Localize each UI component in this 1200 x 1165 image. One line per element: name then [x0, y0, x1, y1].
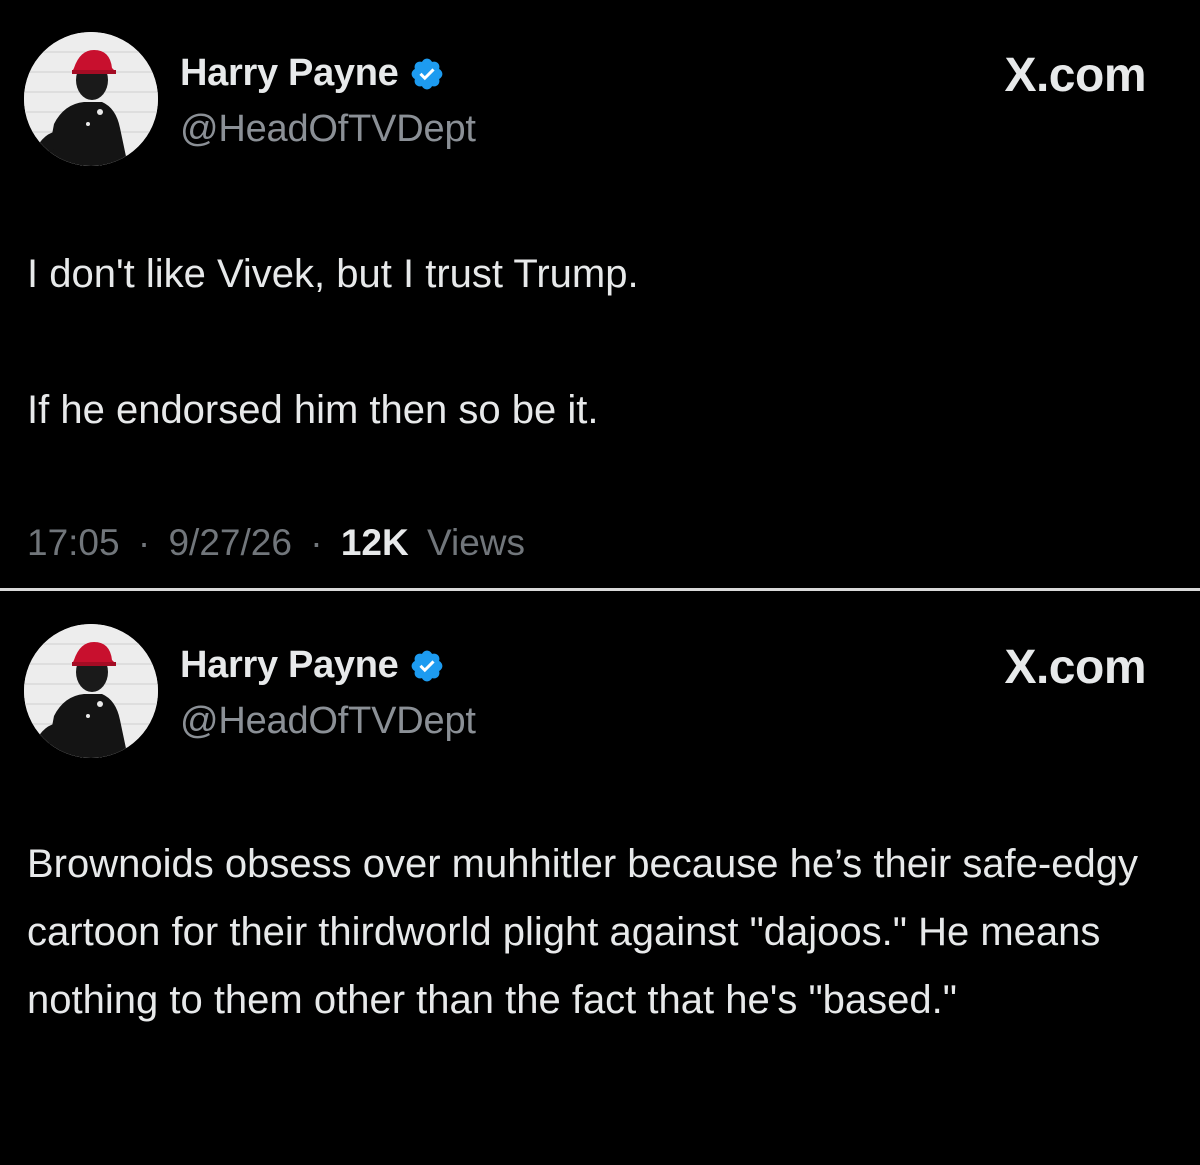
avatar[interactable]: [24, 32, 158, 166]
views-label: Views: [427, 522, 526, 563]
tweet-paragraph: I don't like Vivek, but I trust Trump.: [27, 252, 639, 296]
author-handle[interactable]: @HeadOfTVDept: [180, 108, 476, 151]
tweet-card: Harry Payne @HeadOfTVDept X.com Brownoid…: [0, 592, 1200, 1165]
author-display-name[interactable]: Harry Payne: [180, 644, 399, 687]
divider: [0, 588, 1200, 591]
author-name-row[interactable]: Harry Payne: [180, 644, 445, 687]
tweet-time[interactable]: 17:05: [27, 522, 120, 563]
tweet-meta: 17:05 · 9/27/26 · 12K Views: [27, 522, 525, 564]
verified-badge-icon: [409, 56, 445, 92]
tweet-card: Harry Payne @HeadOfTVDept X.com I don't …: [0, 0, 1200, 588]
tweet-text: Brownoids obsess over muhhitler because …: [27, 830, 1177, 1034]
site-label: X.com: [1004, 49, 1146, 102]
tweet-paragraph: Brownoids obsess over muhhitler because …: [27, 842, 1138, 1022]
author-name-row[interactable]: Harry Payne: [180, 52, 445, 95]
author-handle[interactable]: @HeadOfTVDept: [180, 700, 476, 743]
author-display-name[interactable]: Harry Payne: [180, 52, 399, 95]
meta-separator: ·: [310, 522, 323, 563]
avatar-image: [24, 32, 158, 166]
tweet-paragraph: If he endorsed him then so be it.: [27, 388, 599, 432]
tweet-date[interactable]: 9/27/26: [168, 522, 291, 563]
avatar-image: [24, 624, 158, 758]
verified-badge-icon: [409, 648, 445, 684]
views-count[interactable]: 12K: [341, 522, 409, 563]
meta-separator: ·: [137, 522, 151, 563]
avatar[interactable]: [24, 624, 158, 758]
site-label: X.com: [1004, 641, 1146, 694]
tweet-text: I don't like Vivek, but I trust Trump. I…: [27, 240, 1177, 444]
